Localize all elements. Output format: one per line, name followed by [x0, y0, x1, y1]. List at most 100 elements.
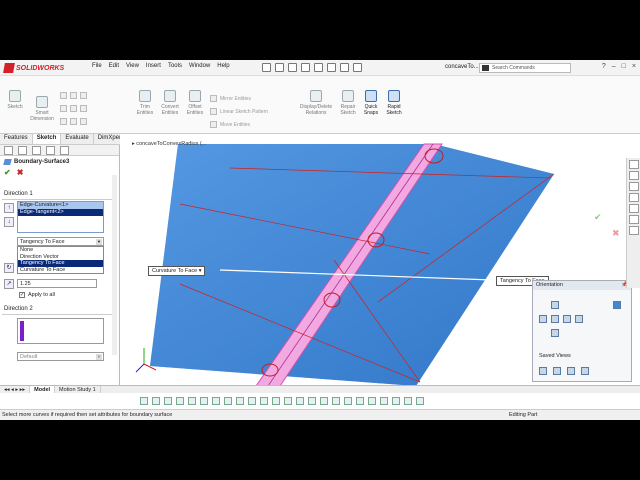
help-icon[interactable]: ? — [602, 63, 606, 70]
move-down-icon[interactable]: ↓ — [4, 217, 14, 227]
property-manager-icon[interactable] — [18, 146, 27, 155]
curvature-icon[interactable] — [260, 397, 268, 405]
spline-icon[interactable] — [60, 118, 67, 125]
smart-dimension-icon[interactable] — [320, 397, 328, 405]
smart-dimension-button[interactable]: Smart Dimension — [28, 90, 56, 122]
zoom-fit-icon[interactable] — [140, 397, 148, 405]
file-explorer-icon[interactable] — [628, 193, 639, 202]
measure-icon[interactable] — [284, 397, 292, 405]
save-icon[interactable] — [288, 63, 297, 72]
arc-icon[interactable] — [70, 105, 77, 112]
menu-file[interactable]: File — [92, 63, 102, 69]
two-view-icon[interactable] — [553, 367, 561, 375]
view-left-icon[interactable] — [539, 315, 547, 323]
reverse-direction-icon[interactable]: ↻ — [4, 263, 14, 273]
panel-scrollbar[interactable] — [112, 175, 117, 355]
mirror-icon[interactable] — [404, 397, 412, 405]
trim-icon[interactable] — [392, 397, 400, 405]
rebuild-icon[interactable] — [340, 63, 349, 72]
feature-tree-icon[interactable] — [4, 146, 13, 155]
arc-icon[interactable] — [368, 397, 376, 405]
rectangle-icon[interactable] — [70, 92, 77, 99]
view-isometric-icon[interactable] — [613, 301, 621, 309]
sketch-icon[interactable] — [308, 397, 316, 405]
ok-check-icon[interactable]: ✔ — [594, 212, 602, 222]
menu-help[interactable]: Help — [217, 63, 229, 69]
zoom-area-icon[interactable] — [152, 397, 160, 405]
callout-curvature[interactable]: Curvature To Face ▾ — [148, 266, 206, 276]
view-bottom-icon[interactable] — [551, 329, 559, 337]
convert-entities-button[interactable]: Convert Entities — [158, 90, 182, 116]
solidworks-logo[interactable]: SOLIDWORKS — [3, 62, 64, 74]
hide-show-icon[interactable] — [212, 397, 220, 405]
sketch-button[interactable]: Sketch — [4, 90, 26, 110]
resources-icon[interactable] — [628, 171, 639, 180]
view-right-icon[interactable] — [563, 315, 571, 323]
linear-pattern-button[interactable]: Linear Sketch Pattern — [210, 108, 268, 115]
view-front-icon[interactable] — [551, 301, 559, 309]
options-icon[interactable] — [353, 63, 362, 72]
circle-icon[interactable] — [60, 105, 67, 112]
tangency-options-list[interactable]: None Direction Vector Tangency To Face C… — [17, 246, 104, 274]
tangency-type-select[interactable]: Tangency To Face ▼ — [17, 237, 104, 246]
view-back-icon[interactable] — [575, 315, 583, 323]
home-icon[interactable] — [628, 160, 639, 169]
view-top-icon[interactable] — [551, 315, 559, 323]
cancel-x-icon[interactable]: ✖ — [612, 228, 620, 238]
relations-icon[interactable] — [416, 397, 424, 405]
quick-snaps-button[interactable]: Quick Snaps — [361, 90, 381, 116]
four-view-icon[interactable] — [567, 367, 575, 375]
mirror-entities-button[interactable]: Mirror Entities — [210, 95, 251, 102]
close-icon[interactable]: × — [632, 63, 636, 70]
fillet-icon[interactable] — [80, 118, 87, 125]
tangent-length-input[interactable]: 1.25 — [17, 279, 97, 288]
list-item[interactable]: Edge-Curvature<1> — [18, 202, 103, 209]
offset-entities-button[interactable]: Offset Entities — [183, 90, 207, 116]
line-icon[interactable] — [332, 397, 340, 405]
zebra-icon[interactable] — [272, 397, 280, 405]
cancel-x-icon[interactable]: ✖ — [17, 168, 24, 178]
tab-motion-study[interactable]: Motion Study 1 — [55, 386, 101, 393]
tab-evaluate[interactable]: Evaluate — [61, 134, 94, 144]
direction1-curves-list[interactable]: Edge-Curvature<1> Edge-Tangent<2> — [17, 201, 104, 233]
repair-sketch-button[interactable]: Repair Sketch — [337, 90, 359, 116]
edit-appearance-icon[interactable] — [224, 397, 232, 405]
minimize-icon[interactable]: – — [612, 63, 616, 70]
section-view-icon[interactable] — [176, 397, 184, 405]
tab-sketch[interactable]: Sketch — [32, 134, 62, 144]
tab-model[interactable]: Model — [30, 386, 56, 393]
polygon-icon[interactable] — [80, 105, 87, 112]
link-views-icon[interactable] — [581, 367, 589, 375]
graphics-area[interactable]: ✔ ✖ ▸ concaveToConvexRadius (... Curvatu… — [120, 134, 640, 386]
maximize-icon[interactable]: □ — [622, 63, 626, 70]
display-style-icon[interactable] — [200, 397, 208, 405]
tangent-length-icon[interactable]: ↗ — [4, 279, 14, 289]
tab-features[interactable]: Features — [0, 134, 33, 144]
scene-icon[interactable] — [236, 397, 244, 405]
display-delete-relations-button[interactable]: Display/Delete Relations — [296, 90, 336, 116]
direction1-header[interactable]: Direction 1 — [2, 191, 117, 200]
rapid-sketch-button[interactable]: Rapid Sketch — [383, 90, 405, 116]
saved-views-label[interactable]: Saved Views — [539, 353, 571, 359]
configuration-icon[interactable] — [32, 146, 41, 155]
apply-to-all-checkbox[interactable]: ✓ Apply to all — [19, 292, 55, 298]
direction2-type-select[interactable]: Default ▼ — [17, 352, 104, 361]
move-entities-button[interactable]: Move Entities — [210, 121, 250, 128]
option-curvature-to-face[interactable]: Curvature To Face — [18, 267, 103, 274]
direction2-curves-list[interactable] — [17, 318, 104, 344]
trim-entities-button[interactable]: Trim Entities — [133, 90, 157, 116]
dimxpert-icon[interactable] — [46, 146, 55, 155]
line-icon[interactable] — [60, 92, 67, 99]
design-library-icon[interactable] — [628, 182, 639, 191]
rectangle-icon[interactable] — [344, 397, 352, 405]
undo-icon[interactable] — [314, 63, 323, 72]
menu-tools[interactable]: Tools — [168, 63, 182, 69]
open-icon[interactable] — [275, 63, 284, 72]
mass-props-icon[interactable] — [296, 397, 304, 405]
print-icon[interactable] — [301, 63, 310, 72]
menu-edit[interactable]: Edit — [109, 63, 119, 69]
menu-insert[interactable]: Insert — [146, 63, 161, 69]
new-icon[interactable] — [262, 63, 271, 72]
breadcrumb[interactable]: ▸ concaveToConvexRadius (... — [132, 141, 206, 147]
list-item[interactable]: Edge-Tangent<2> — [18, 209, 103, 216]
